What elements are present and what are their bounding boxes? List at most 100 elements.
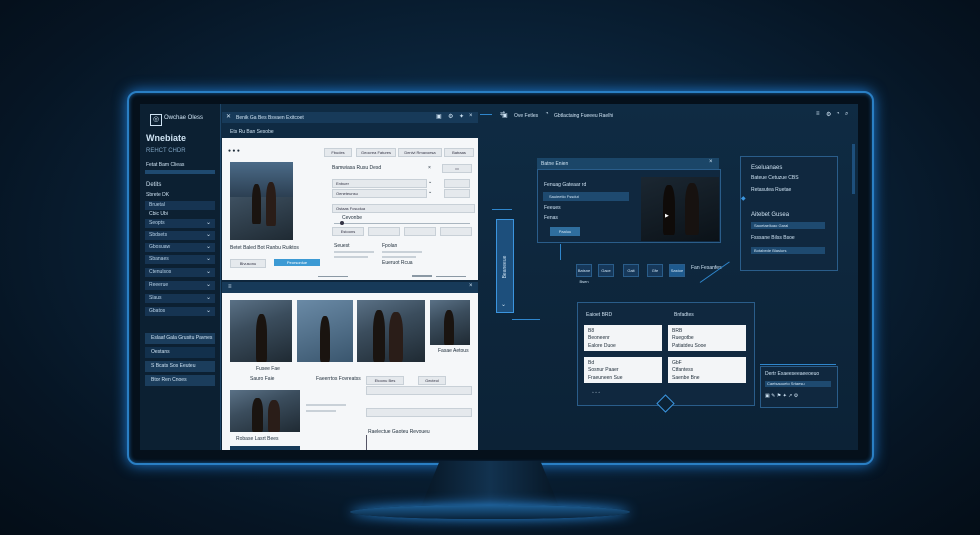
chevron-down-icon[interactable]: ⌄ (428, 179, 432, 185)
scroll-indicator[interactable] (412, 275, 432, 277)
action-1[interactable]: Peorsonlue (274, 259, 320, 266)
close-icon[interactable]: × (709, 159, 713, 165)
sidebar-button-3[interactable]: Btor Ren Cnoes (145, 375, 215, 386)
check-2[interactable]: Eueruot Rcua (382, 260, 413, 266)
sidebar-button-2[interactable]: S Bcats Sos Eeuteu (145, 361, 215, 372)
sidebar-item-1[interactable]: Sbdsets ⌄ (145, 231, 215, 240)
side-label-1[interactable]: Etoonu Bes (366, 376, 404, 385)
card-3[interactable]: GbF Ctfantess Saenbe Bne (668, 357, 746, 383)
bottom-title: Raelectue Gaoteu Revoueu (368, 429, 430, 435)
control-0[interactable]: Batsne Bsen (576, 264, 592, 284)
control-3[interactable]: Gfe (647, 264, 663, 277)
sidebar-button-1[interactable]: Oestans (145, 347, 215, 358)
close-icon[interactable]: × (469, 283, 473, 289)
cards-panel: Eaioet BRD Bnfadtes B8 Beoneenr Ealore D… (577, 302, 755, 406)
field-1-aux[interactable] (444, 189, 470, 198)
field-1[interactable]: Oeneteunsu (332, 189, 427, 198)
pager-dots[interactable]: ● ● ● (228, 148, 240, 154)
app-name: Owchae Oless (164, 115, 204, 121)
field-0-aux[interactable] (444, 179, 470, 188)
window-icon[interactable]: ▣ (502, 112, 508, 119)
side-panel-icons[interactable]: ▣ ✎ ⚑ ✦ ↗ ⚙ (765, 393, 798, 399)
menu-icon[interactable]: ≡ (816, 111, 820, 117)
card-footer-icons[interactable]: ◦ ◦ ◦ (592, 390, 600, 396)
field-2[interactable]: Ostaas Fcsudua (332, 204, 475, 213)
cards-title: Eaioet BRD (586, 312, 613, 318)
sidebar-item-7[interactable]: Gbatos ⌄ (145, 307, 215, 316)
sidebar-button-0[interactable]: Eslaaf Gala Grusitu Pavnes (145, 333, 215, 344)
clock-icon[interactable]: ◔ (836, 111, 840, 117)
video-menu-2[interactable]: Fenas (544, 215, 558, 221)
sidebar-title: Wnebiate (146, 133, 187, 143)
chevron-down-icon: ⌄ (205, 244, 211, 250)
chevron-down-icon: ⌄ (205, 282, 211, 288)
search-bar[interactable] (366, 408, 472, 417)
toolbar-button-0[interactable]: Fbudes (324, 148, 352, 157)
sidebar-item-6[interactable]: Slaus ⌄ (145, 294, 215, 303)
connector-line (512, 319, 540, 320)
gear-icon[interactable]: ⚙ (826, 111, 831, 118)
sidebar-item-3[interactable]: Sbanaes ⌄ (145, 255, 215, 264)
card-0[interactable]: B8 Beoneenr Ealore Duoe (584, 325, 662, 351)
diamond-icon: ◆ (741, 196, 746, 202)
search-icon[interactable]: ⌕ (845, 111, 848, 118)
play-icon[interactable]: ▶ (665, 213, 669, 219)
sidebar-filter[interactable]: Bruetal (145, 201, 215, 210)
check-0[interactable]: Seuest (334, 243, 350, 249)
field-0[interactable]: Enbuer (332, 179, 427, 188)
photo-caption-0: Fusee Fae (256, 366, 280, 372)
scrollbar[interactable] (852, 144, 855, 194)
photo-caption: Betet Baled Bot Ranbu Ruiktos (230, 245, 299, 251)
close-icon[interactable]: × (469, 113, 473, 119)
side-panel-sub[interactable]: Caetsauueto Srtaesu (765, 381, 831, 387)
toolbar-button-3[interactable]: Batraas (444, 148, 474, 157)
card-2[interactable]: Bd Sosnur Paaer Fraeuneen Sue (584, 357, 662, 383)
monitor-screen: ◎ Owchae Oless Wnebiate REHCT CHDR Fetat… (140, 104, 858, 450)
close-icon[interactable]: × (428, 165, 431, 171)
main-bottom-panel: Fasae Aetous Fusee Fae Sauro Faie Faeerr… (222, 293, 478, 450)
control-2[interactable]: Gait (623, 264, 639, 277)
action-0[interactable]: Blvusonu (230, 259, 266, 268)
sidebar-subtitle: REHCT CHDR (146, 148, 186, 154)
main-top-title: Benik Ga Bes Bsvaen Exitcoet (236, 115, 304, 121)
field-4[interactable]: Estoons (332, 227, 364, 236)
window-icon[interactable]: ▣ (436, 113, 442, 120)
info-row-0[interactable]: Saoetaelluao Garal (751, 222, 825, 229)
info-row-2[interactable]: Botabede Blasiurs (751, 247, 825, 254)
form-title: Bamwiasa Rusu Desd (332, 165, 382, 171)
control-1[interactable]: Gace (598, 264, 614, 277)
sidebar-section-sub: Sbrete DK (146, 192, 170, 198)
gallery-photo-2 (357, 300, 425, 362)
sidebar-item-4[interactable]: Ctenulsos ⌄ (145, 268, 215, 277)
video-frame[interactable]: ▶ (641, 177, 719, 241)
toolbar-button-1[interactable]: Geocrea Fatures (356, 148, 396, 157)
field-4c[interactable] (404, 227, 436, 236)
play-button[interactable]: Paaluu (550, 227, 580, 236)
form-chip[interactable]: ▭ (442, 164, 472, 173)
connector-tab[interactable]: Beaneeue ⌄ (496, 219, 514, 313)
hero-photo (230, 162, 293, 240)
video-menu-1[interactable]: Feeues (544, 205, 561, 211)
bottom-bar[interactable] (230, 446, 300, 450)
menu-icon[interactable]: ≡ (228, 284, 232, 290)
slider-thumb[interactable] (340, 221, 344, 225)
filter-bar[interactable] (366, 386, 472, 395)
check-1[interactable]: Fpolan (382, 243, 397, 249)
bottom-caption: Robase Lasrt Bees (236, 436, 279, 442)
info-desc: Retasutea Ruetae (751, 187, 792, 193)
info-row-1[interactable]: Fsssane Bilss Bsoe (751, 235, 795, 241)
sidebar-item-2[interactable]: Gbosuaw ⌄ (145, 243, 215, 252)
sidebar-item-0[interactable]: Seopts ⌄ (145, 219, 215, 228)
sidebar-item-5[interactable]: Reeerue ⌄ (145, 281, 215, 290)
field-4d[interactable] (440, 227, 472, 236)
card-1[interactable]: BRB Ruegotbe Patiatdeu Sooe (668, 325, 746, 351)
side-label-2[interactable]: Gecteol (418, 376, 446, 385)
toolbar-button-2[interactable]: Denivi Rmavoesa (398, 148, 442, 157)
gear-icon[interactable]: ✦ (459, 113, 464, 120)
gear-icon[interactable]: ⚙ (448, 113, 453, 120)
control-4[interactable]: Sastoe (669, 264, 685, 277)
chevron-down-icon[interactable]: ⌄ (428, 189, 432, 195)
video-menu-0[interactable]: Sauieetio Fssdut (543, 192, 629, 201)
field-4b[interactable] (368, 227, 400, 236)
slider-track[interactable] (334, 223, 470, 224)
